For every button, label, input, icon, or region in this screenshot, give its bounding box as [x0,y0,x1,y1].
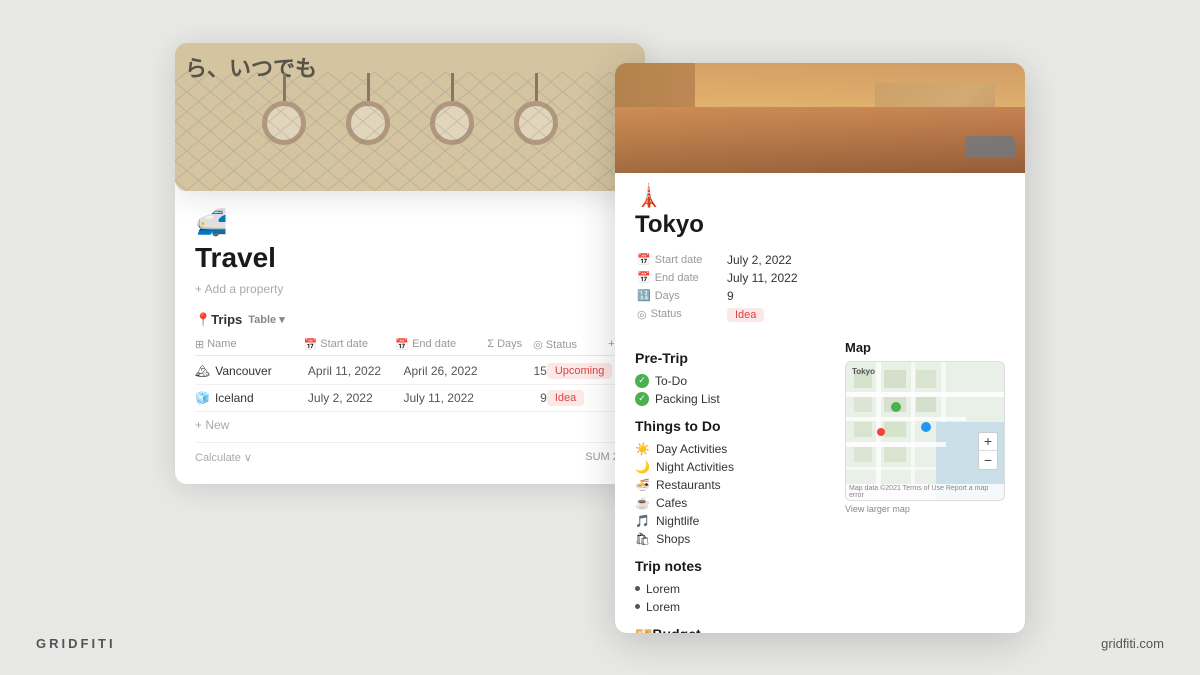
music-icon: 🎵 [635,514,650,528]
meta-days: 🔢 Days 9 [637,287,1003,305]
pre-trip-title: Pre-Trip [635,350,829,366]
upcoming-badge: Upcoming [547,363,613,379]
day-activities-item[interactable]: ☀️ Day Activities [635,440,829,458]
status-icon: ◎ [637,308,647,321]
packing-item[interactable]: ✓ Packing List [635,390,829,408]
left-section: Pre-Trip ✓ To-Do ✓ Packing List Things t… [635,340,829,616]
meta-start-date: 📅 Start date July 2, 2022 [637,251,1003,269]
branding-left: GRIDFITI [36,636,116,651]
row-status-vancouver: Upcoming [547,363,625,379]
calendar-icon-end: 📅 [637,271,651,284]
meta-table: 📅 Start date July 2, 2022 📅 End date Jul… [635,249,1005,326]
days-icon: 🔢 [637,289,651,302]
hero-image-left: ら、いつでも [175,43,645,191]
row-name-vancouver: 🏔 Vancouver [195,364,308,378]
food-icon: 🍜 [635,478,650,492]
night-activities-item[interactable]: 🌙 Night Activities [635,458,829,476]
hero-image-tokyo [615,63,1025,173]
calculate-button[interactable]: Calculate ∨ [195,451,252,464]
travel-card: ら、いつでも [175,43,645,484]
budget-title: 💴Budget [635,626,1005,633]
map-widget: Map [845,340,1005,616]
tokyo-icon: 🗼 [635,183,1005,209]
note-item-2: Lorem [635,598,829,616]
table-footer: Calculate ∨ SUM 24 [195,442,625,464]
branding-right: gridfiti.com [1101,636,1164,651]
check-icon-todo: ✓ [635,374,649,388]
tokyo-card: 🗼 Tokyo 📅 Start date July 2, 2022 📅 End … [615,63,1025,633]
bullet-dot-2 [635,604,640,609]
zoom-in-button[interactable]: + [979,433,997,451]
vancouver-flag: 🏔 [195,364,210,378]
table-header: ⊞ Name 📅 Start date 📅 End date Σ Days [195,338,625,356]
coffee-icon: ☕ [635,496,650,510]
calendar-icon: 📅 [637,253,651,266]
meta-end-date: 📅 End date July 11, 2022 [637,269,1003,287]
col-status-header: ◎ Status [533,338,608,351]
nightlife-item[interactable]: 🎵 Nightlife [635,512,829,530]
map-title: Map [845,340,1005,355]
cafes-item[interactable]: ☕ Cafes [635,494,829,512]
right-card-content: 🗼 Tokyo 📅 Start date July 2, 2022 📅 End … [615,173,1025,633]
todo-item[interactable]: ✓ To-Do [635,372,829,390]
row-end-vancouver: April 26, 2022 [403,364,499,378]
trips-section-header: 📍Trips Table ▾ [195,312,625,328]
table-row[interactable]: 🏔 Vancouver April 11, 2022 April 26, 202… [195,358,625,385]
moon-icon: 🌙 [635,460,650,474]
things-to-do-title: Things to Do [635,418,829,434]
cards-wrapper: ら、いつでも [175,43,1025,633]
shop-icon: 🛍 [635,532,650,546]
budget-section: 💴Budget ⊞ Name ⊕ Local Curr... $ USD ⊕ E… [635,626,1005,633]
check-icon-packing: ✓ [635,392,649,406]
col-name-header: ⊞ Name [195,338,304,351]
row-days-vancouver: 15 [499,364,547,378]
row-end-iceland: July 11, 2022 [403,391,499,405]
col-days-header: Σ Days [487,338,533,351]
row-start-vancouver: April 11, 2022 [308,364,404,378]
iceland-flag: 🧊 [195,391,210,405]
map-zoom-controls: + − [978,432,998,470]
city-title: Tokyo [635,211,1005,239]
two-col-layout: Pre-Trip ✓ To-Do ✓ Packing List Things t… [635,340,1005,616]
col-end-header: 📅 End date [395,338,487,351]
status-badge: Idea [727,308,764,322]
restaurants-item[interactable]: 🍜 Restaurants [635,476,829,494]
left-card-content: 🚅 Travel + Add a property 📍Trips Table ▾… [175,191,645,484]
meta-status: ◎ Status Idea [637,305,1003,324]
trips-table: ⊞ Name 📅 Start date 📅 End date Σ Days [195,338,625,464]
idea-badge: Idea [547,390,584,406]
sun-icon: ☀️ [635,442,650,456]
add-property-button[interactable]: + Add a property [195,282,625,296]
row-days-iceland: 9 [499,391,547,405]
svg-text:Tokyo: Tokyo [852,367,875,376]
table-view-icon[interactable]: Table ▾ [248,313,285,326]
bullet-dot [635,586,640,591]
shops-item[interactable]: 🛍 Shops [635,530,829,548]
row-start-iceland: July 2, 2022 [308,391,404,405]
table-row[interactable]: 🧊 Iceland July 2, 2022 July 11, 2022 9 I… [195,385,625,412]
col-start-header: 📅 Start date [304,338,396,351]
travel-icon: 🚅 [195,207,625,238]
trips-label: 📍Trips [195,312,242,328]
note-item-1: Lorem [635,580,829,598]
map-container[interactable]: Tokyo + − Map data ©2021 Terms of Use Re… [845,361,1005,501]
row-status-iceland: Idea [547,390,625,406]
zoom-out-button[interactable]: − [979,451,997,469]
new-row-button[interactable]: + New [195,412,625,438]
row-name-iceland: 🧊 Iceland [195,391,308,405]
page-title: Travel [195,242,625,274]
view-larger-map[interactable]: View larger map [845,504,1005,514]
trip-notes-title: Trip notes [635,558,829,574]
map-footer: Map data ©2021 Terms of Use Report a map… [846,484,1004,500]
